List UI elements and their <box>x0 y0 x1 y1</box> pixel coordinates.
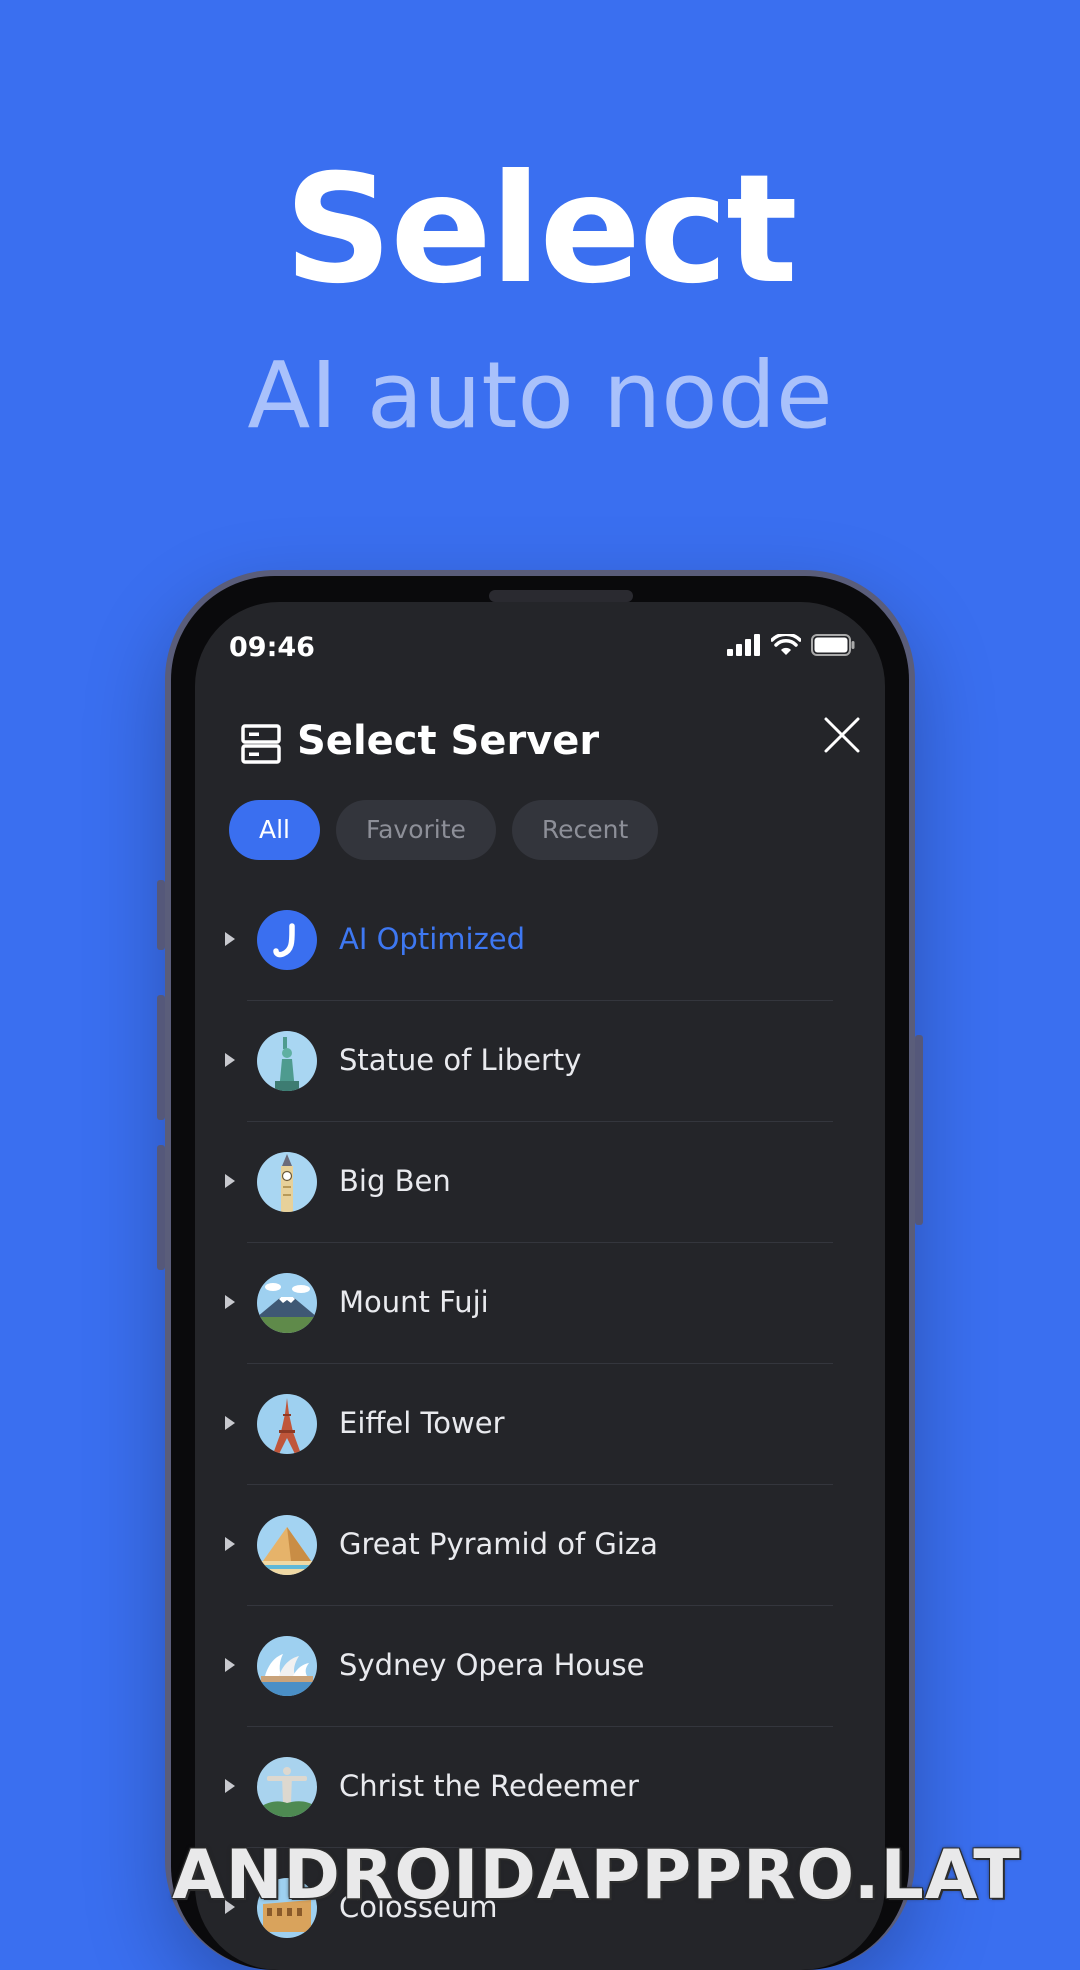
close-icon[interactable] <box>823 716 861 754</box>
volume-up-button <box>157 995 165 1120</box>
server-item-sydney-opera-house[interactable]: Sydney Opera House <box>195 1606 885 1727</box>
pyramid-icon <box>257 1515 317 1575</box>
expand-caret-icon[interactable] <box>225 1779 235 1793</box>
expand-caret-icon[interactable] <box>225 1295 235 1309</box>
statue-of-liberty-icon <box>257 1031 317 1091</box>
status-time: 09:46 <box>229 632 315 663</box>
server-item-eiffel-tower[interactable]: Eiffel Tower <box>195 1364 885 1485</box>
watermark-text: ANDROIDAPPPRO.LAT <box>172 1836 1021 1915</box>
expand-caret-icon[interactable] <box>225 1658 235 1672</box>
server-label: Eiffel Tower <box>339 1406 505 1440</box>
tab-all[interactable]: All <box>229 800 320 860</box>
server-item-ai-optimized[interactable]: AI Optimized <box>195 880 885 1001</box>
mute-switch <box>157 880 165 950</box>
promo-headline: Select <box>284 143 798 317</box>
expand-caret-icon[interactable] <box>225 1053 235 1067</box>
server-icon <box>241 724 281 764</box>
server-item-mount-fuji[interactable]: Mount Fuji <box>195 1243 885 1364</box>
power-button <box>915 1035 923 1225</box>
server-label: AI Optimized <box>339 922 526 956</box>
server-list: AI Optimized Statue of Liberty Big Ben M… <box>195 880 885 1969</box>
promo-subheadline: AI auto node <box>247 342 833 449</box>
phone-speaker <box>489 590 633 602</box>
filter-tabs: All Favorite Recent <box>229 800 659 860</box>
expand-caret-icon[interactable] <box>225 932 235 946</box>
eiffel-tower-icon <box>257 1394 317 1454</box>
expand-caret-icon[interactable] <box>225 1416 235 1430</box>
status-bar: 09:46 <box>195 602 885 692</box>
battery-icon <box>811 634 855 656</box>
volume-down-button <box>157 1145 165 1270</box>
expand-caret-icon[interactable] <box>225 1537 235 1551</box>
tab-favorite[interactable]: Favorite <box>336 800 496 860</box>
signal-icon <box>727 634 760 656</box>
server-label: Christ the Redeemer <box>339 1769 639 1803</box>
christ-redeemer-icon <box>257 1757 317 1817</box>
server-label: Big Ben <box>339 1164 451 1198</box>
server-item-great-pyramid[interactable]: Great Pyramid of Giza <box>195 1485 885 1606</box>
phone-screen: 09:46 Select Server All Favorite Recent … <box>195 602 885 1970</box>
server-label: Sydney Opera House <box>339 1648 645 1682</box>
big-ben-icon <box>257 1152 317 1212</box>
phone-frame: 09:46 Select Server All Favorite Recent … <box>157 570 923 1970</box>
tab-recent[interactable]: Recent <box>511 800 659 860</box>
server-label: Mount Fuji <box>339 1285 489 1319</box>
status-icons <box>727 634 855 656</box>
screen-header: Select Server <box>241 712 861 772</box>
opera-house-icon <box>257 1636 317 1696</box>
wifi-icon <box>771 634 801 655</box>
server-item-big-ben[interactable]: Big Ben <box>195 1122 885 1243</box>
screen-title: Select Server <box>297 718 600 764</box>
ai-logo-icon <box>257 910 317 970</box>
server-label: Great Pyramid of Giza <box>339 1527 658 1561</box>
mount-fuji-icon <box>257 1273 317 1333</box>
phone-bezel: 09:46 Select Server All Favorite Recent … <box>171 576 909 1970</box>
server-label: Statue of Liberty <box>339 1043 582 1077</box>
server-item-statue-of-liberty[interactable]: Statue of Liberty <box>195 1001 885 1122</box>
server-item-christ-the-redeemer[interactable]: Christ the Redeemer <box>195 1727 885 1848</box>
expand-caret-icon[interactable] <box>225 1174 235 1188</box>
